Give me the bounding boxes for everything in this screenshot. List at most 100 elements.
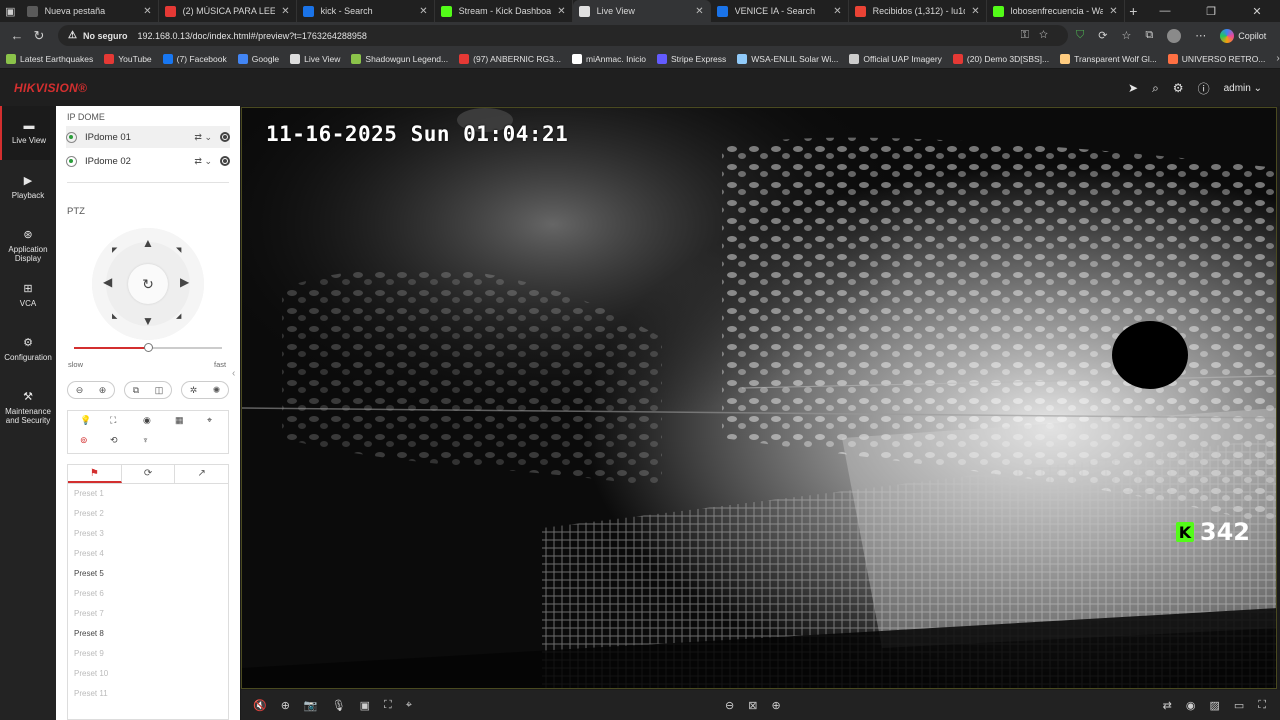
shield-icon[interactable]: ⛉ bbox=[1076, 29, 1084, 42]
bookmark-item[interactable]: WSA-ENLIL Solar Wi... bbox=[737, 53, 838, 64]
close-tab-icon[interactable]: ✕ bbox=[281, 6, 289, 17]
info-icon[interactable]: ⓘ bbox=[1198, 80, 1210, 97]
browser-tab[interactable]: Stream - Kick Dashboard ✕ bbox=[435, 0, 573, 22]
tab-actions-icon[interactable]: ▣ bbox=[0, 0, 21, 22]
preset-item[interactable]: Preset 2 bbox=[68, 504, 228, 524]
bookmark-item[interactable]: (20) Demo 3D[SBS]... bbox=[952, 53, 1049, 64]
audio-mute-icon[interactable]: 🔇 bbox=[253, 699, 267, 712]
ptz-up-right-icon[interactable]: ◥ bbox=[176, 246, 181, 254]
preset-item[interactable]: Preset 10 bbox=[68, 664, 228, 684]
regional-focus-icon[interactable]: ⌖ bbox=[406, 699, 412, 712]
ptz-direction-pad[interactable]: ▲ ▼ ◀ ▶ ◤ ◥ ◣ ◢ ↻ bbox=[92, 228, 204, 340]
preset-item[interactable]: Preset 4 bbox=[68, 544, 228, 564]
ptz-speed-slider[interactable] bbox=[74, 343, 222, 352]
maximize-icon[interactable]: ❐ bbox=[1188, 5, 1234, 18]
bookmark-item[interactable]: Google bbox=[237, 53, 279, 64]
reload-icon[interactable]: ↻ bbox=[28, 28, 50, 44]
nav-item[interactable]: ⚒ Maintenance and Security bbox=[0, 376, 56, 430]
browser-tab[interactable]: kick - Search ✕ bbox=[297, 0, 435, 22]
close-tab-icon[interactable]: ✕ bbox=[557, 6, 565, 17]
preset-item[interactable]: Preset 5 bbox=[68, 564, 228, 584]
bookmarks-overflow-icon[interactable]: › bbox=[1276, 53, 1280, 64]
bookmark-item[interactable]: Shadowgun Legend... bbox=[351, 53, 448, 64]
browser-tab[interactable]: (2) MÚSICA PARA LEER TER ✕ bbox=[159, 0, 297, 22]
zoom-out-icon[interactable]: ⊖ bbox=[76, 385, 84, 396]
bookmark-item[interactable]: Official UAP Imagery bbox=[849, 53, 942, 64]
bookmark-item[interactable]: Latest Earthquakes bbox=[6, 53, 93, 64]
ptz-down-icon[interactable]: ▼ bbox=[142, 314, 154, 328]
browser-tab[interactable]: VENICE IA - Search ✕ bbox=[711, 0, 849, 22]
back-icon[interactable]: ← bbox=[6, 28, 28, 43]
fullscreen-icon[interactable]: ⛶ bbox=[1258, 699, 1266, 712]
more-icon[interactable]: ⋯ bbox=[1195, 29, 1206, 42]
record-clip-icon[interactable]: ▣ bbox=[360, 699, 370, 712]
ptz-left-icon[interactable]: ◀ bbox=[103, 275, 112, 289]
image-settings-icon[interactable]: ▨ bbox=[1209, 699, 1219, 712]
url-field[interactable]: ⚠ No seguro 192.168.0.13/doc/index.html#… bbox=[58, 25, 1068, 46]
manual-tracking-icon[interactable]: ⊚ bbox=[80, 435, 88, 446]
preset-item[interactable]: Preset 7 bbox=[68, 604, 228, 624]
stop-all-icon[interactable]: ⊠ bbox=[748, 699, 757, 712]
preset-item[interactable]: Preset 11 bbox=[68, 684, 228, 704]
grid-icon[interactable]: ▦ bbox=[175, 415, 184, 426]
previous-page-icon[interactable]: ⊖ bbox=[725, 699, 734, 712]
star-icon[interactable]: ☆ bbox=[1039, 29, 1058, 41]
tab-patrol[interactable]: ⟳ bbox=[122, 465, 176, 483]
iris-close-icon[interactable]: ✲ bbox=[190, 385, 198, 396]
search-icon[interactable]: ⌕ bbox=[1152, 81, 1159, 96]
nav-item[interactable]: ⚙ Configuration bbox=[0, 322, 56, 376]
fit-window-icon[interactable]: ▭ bbox=[1234, 699, 1244, 712]
ptz-right-icon[interactable]: ▶ bbox=[180, 275, 189, 289]
browser-tab[interactable]: Recibidos (1,312) - lu1dmx ✕ bbox=[849, 0, 987, 22]
bookmark-item[interactable]: miAnmac. Inicio bbox=[571, 53, 646, 64]
new-tab-button[interactable]: + bbox=[1125, 3, 1142, 19]
light-icon[interactable]: 💡 bbox=[80, 415, 91, 426]
stream-switch-icon[interactable]: ⇄ ⌄ bbox=[194, 156, 212, 167]
3d-positioning-icon[interactable]: ⛶ bbox=[384, 699, 392, 712]
nav-item[interactable]: ⊞ VCA bbox=[0, 268, 56, 322]
settings-icon[interactable]: ⚙ bbox=[1173, 81, 1184, 95]
focus-far-icon[interactable]: ◫ bbox=[155, 385, 164, 396]
nav-item[interactable]: ▶ Playback bbox=[0, 160, 56, 214]
close-tab-icon[interactable]: ✕ bbox=[833, 6, 841, 17]
browser-tab[interactable]: Nueva pestaña ✕ bbox=[21, 0, 159, 22]
close-tab-icon[interactable]: ✕ bbox=[971, 6, 979, 17]
close-tab-icon[interactable]: ✕ bbox=[143, 6, 151, 17]
microphone-icon[interactable]: 🎙 bbox=[332, 699, 346, 712]
wiper-icon[interactable]: ⛶ bbox=[110, 415, 116, 426]
bookmark-item[interactable]: UNIVERSO RETRO... bbox=[1167, 53, 1265, 64]
focus-near-icon[interactable]: ⧉ bbox=[133, 385, 139, 396]
user-menu[interactable]: admin ⌄ bbox=[1224, 83, 1262, 94]
park-icon[interactable]: ⟲ bbox=[110, 435, 118, 446]
minimize-icon[interactable]: — bbox=[1142, 5, 1188, 18]
collections-icon[interactable]: ⧉ bbox=[1145, 29, 1153, 42]
heater-icon[interactable]: ♆ bbox=[142, 435, 149, 445]
tab-pattern[interactable]: ↗ bbox=[175, 465, 228, 483]
preset-item[interactable]: Preset 1 bbox=[68, 484, 228, 504]
iris-open-icon[interactable]: ✺ bbox=[213, 385, 221, 396]
one-touch-focus-icon[interactable]: ◉ bbox=[143, 415, 151, 426]
browser-tab[interactable]: lobosenfrecuencia - Watch ✕ bbox=[987, 0, 1125, 22]
ptz-auto-scan-icon[interactable]: ↻ bbox=[128, 264, 168, 304]
zoom-in-icon[interactable]: ⊕ bbox=[99, 385, 107, 396]
record-icon[interactable] bbox=[220, 132, 230, 142]
ptz-up-icon[interactable]: ▲ bbox=[142, 236, 154, 250]
close-tab-icon[interactable]: ✕ bbox=[419, 6, 427, 17]
close-tab-icon[interactable]: ✕ bbox=[695, 6, 703, 17]
bookmark-item[interactable]: (97) ANBERNIC RG3... bbox=[459, 53, 561, 64]
live-video[interactable]: 11-16-2025 Sun 01:04:21 K 342 bbox=[241, 107, 1277, 689]
browser-tab[interactable]: Live View ✕ bbox=[572, 0, 711, 22]
send-icon[interactable]: ➤ bbox=[1128, 81, 1138, 95]
ptz-down-right-icon[interactable]: ◢ bbox=[176, 312, 181, 320]
refresh-extension-icon[interactable]: ⟳ bbox=[1098, 29, 1107, 42]
camera-item[interactable]: IPdome 01 ⇄ ⌄ bbox=[66, 126, 230, 148]
tab-presets[interactable]: ⚑ bbox=[68, 465, 122, 483]
copilot-button[interactable]: Copilot bbox=[1220, 28, 1266, 43]
bookmark-item[interactable]: Transparent Wolf Gl... bbox=[1060, 53, 1157, 64]
favorites-icon[interactable]: ☆ bbox=[1121, 29, 1131, 42]
slider-knob[interactable] bbox=[144, 343, 153, 352]
bookmark-item[interactable]: YouTube bbox=[104, 53, 152, 64]
preset-item[interactable]: Preset 6 bbox=[68, 584, 228, 604]
record-icon[interactable]: ◉ bbox=[1186, 699, 1196, 712]
bookmark-item[interactable]: Live View bbox=[290, 53, 340, 64]
